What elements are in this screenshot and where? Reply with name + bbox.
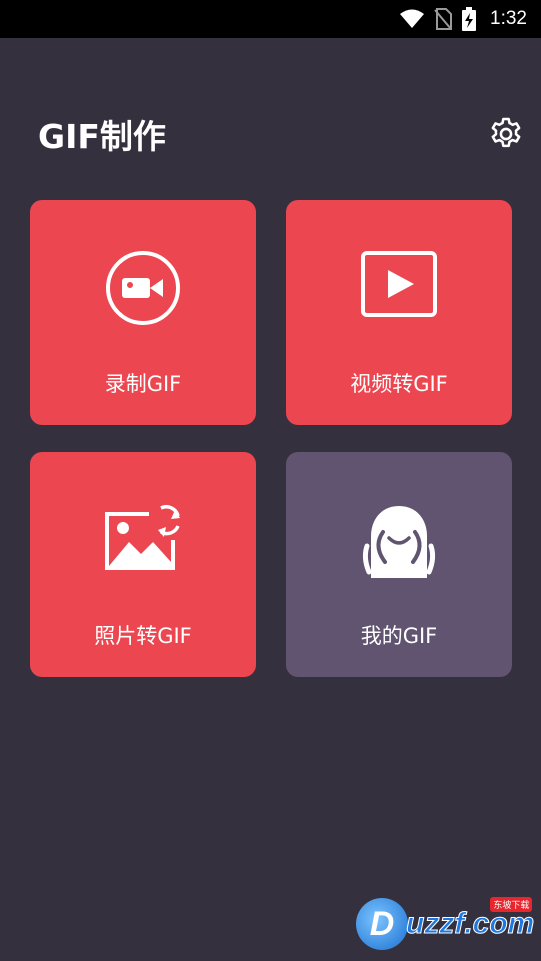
play-icon [286,250,512,320]
watermark-badge: 东坡下载 [490,897,533,912]
photo-to-gif-card[interactable]: 照片转GIF [30,452,256,677]
gear-icon [491,117,521,148]
battery-charging-icon [462,7,477,31]
my-gif-label: 我的GIF [360,624,438,648]
no-sim-icon [434,8,453,30]
watermark-logo: D [356,898,408,950]
watermark-text-wrap: uzzf.com 东坡下载 [405,897,535,941]
page-title: GIF制作 [38,117,166,156]
status-time: 1:32 [490,8,527,29]
settings-button[interactable] [486,114,526,154]
video-camera-icon [30,250,256,326]
app-header: GIF制作 [38,112,528,156]
wifi-icon [400,9,425,29]
video-to-gif-card[interactable]: 视频转GIF [286,200,512,425]
ghost-mascot-icon [286,502,512,580]
record-gif-label: 录制GIF [104,372,182,396]
record-gif-card[interactable]: 录制GIF [30,200,256,425]
image-refresh-icon [30,502,256,574]
photo-to-gif-label: 照片转GIF [94,624,192,648]
watermark: D uzzf.com 东坡下载 [356,897,536,950]
video-to-gif-label: 视频转GIF [350,372,448,396]
status-bar: 1:32 [0,0,541,38]
my-gif-card[interactable]: 我的GIF [286,452,512,677]
